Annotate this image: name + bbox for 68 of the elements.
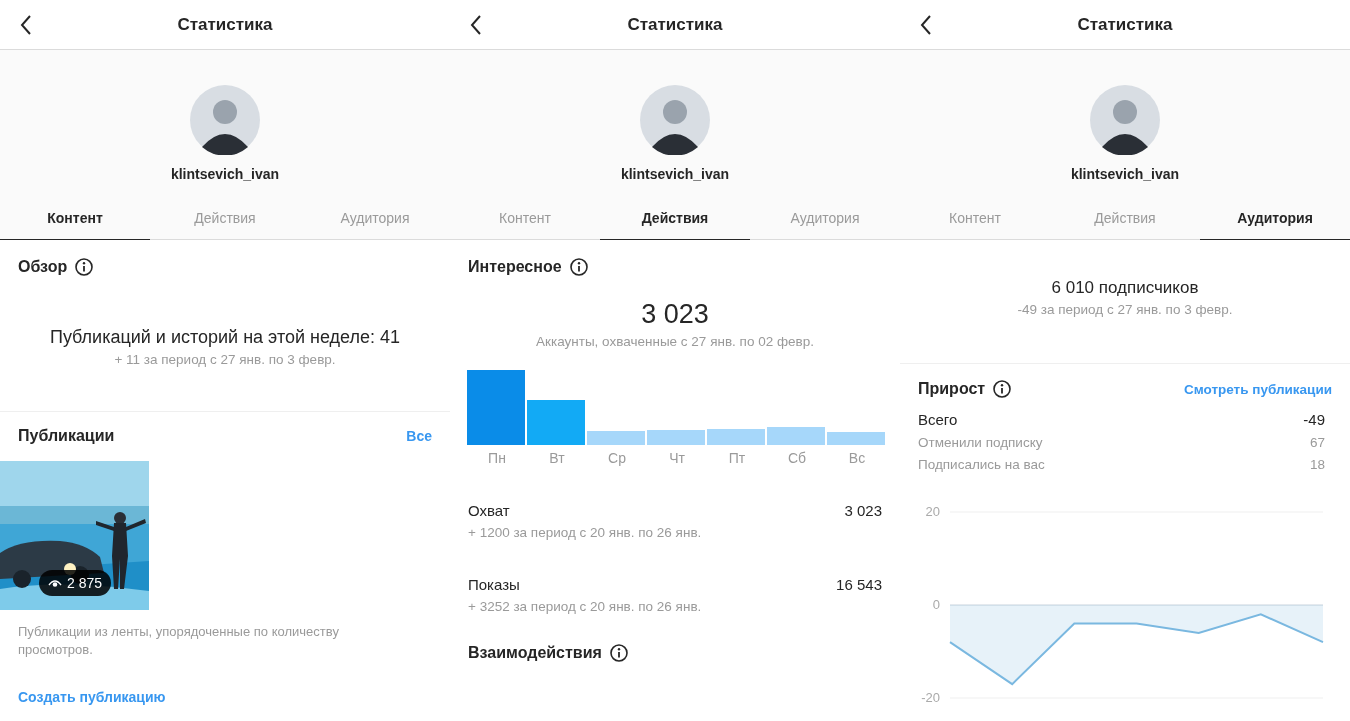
day-label: Ср [607,450,627,466]
tab[interactable]: Контент [900,196,1050,240]
views-count: 2 875 [67,575,103,591]
reach-period: Аккаунты, охваченные с 27 янв. по 02 февр. [535,334,815,349]
username: klintsevich_ivan [170,166,280,182]
period-change: + 11 за период с 27 янв. по 3 февр. [113,352,337,367]
avatar [190,85,260,155]
tab[interactable]: Действия [1050,196,1200,240]
username: klintsevich_ivan [620,166,730,182]
screen-title: Статистика [1077,14,1173,35]
section-title: Обзор [18,258,68,276]
info-icon[interactable] [569,258,588,276]
bar [707,429,765,445]
posts-caption: Публикации из ленты, упорядоченные по количеству просмотров. [17,623,340,659]
info-icon[interactable] [609,644,628,662]
screen-title: Статистика [627,14,723,35]
back-icon[interactable] [470,15,482,35]
bar [587,431,645,445]
tab[interactable]: Контент [450,196,600,240]
username: klintsevich_ivan [1070,166,1180,182]
day-label: Вс [847,450,867,466]
create-post-link[interactable]: Создать публикацию [18,689,166,705]
avatar [1090,85,1160,155]
see-all-link[interactable]: Все [406,428,432,444]
back-icon[interactable] [920,15,932,35]
tab[interactable]: Действия [150,196,300,240]
day-label: Пн [487,450,507,466]
eye-icon [48,578,62,588]
section-title: Публикации [18,427,115,445]
back-icon[interactable] [20,15,32,35]
axis-tick-label: 0 [932,597,940,612]
day-label: Сб [786,450,808,466]
day-label: Вт [548,450,566,466]
followers-count: 6 010 подписчиков [1050,278,1200,298]
stat-label: Всего [918,411,958,428]
metric-change: + 3252 за период с 20 янв. по 26 янв. [468,599,703,614]
axis-tick-label: 20 [925,504,940,519]
metric-value: 16 543 [836,576,882,593]
posts-count: Публикаций и историй на этой неделе: 41 [48,327,401,348]
tab[interactable]: Аудитория [1200,196,1350,240]
followers-change: -49 за период с 27 янв. по 3 февр. [1016,302,1234,317]
metric-value: 3 023 [844,502,882,519]
section-title: Интересное [468,258,562,276]
accounts-reached: 3 023 [640,299,710,330]
tab[interactable]: Действия [600,196,750,240]
stat-value: -49 [1303,411,1325,428]
day-label: Чт [668,450,686,466]
metric-label: Показы [468,576,520,593]
screen-title: Статистика [177,14,273,35]
bar [647,430,705,445]
info-icon[interactable] [993,380,1012,398]
section-title: Прирост [918,380,986,398]
stat-label: Отменили подписку [918,435,1043,450]
tab[interactable]: Контент [0,196,150,240]
bar [767,427,825,445]
bar [527,400,585,445]
metric-change: + 1200 за период с 20 янв. по 26 янв. [468,525,703,540]
day-label: Пт [727,450,747,466]
metric-label: Охват [468,502,510,519]
info-icon[interactable] [75,258,94,276]
avatar [640,85,710,155]
stat-value: 18 [1309,457,1325,472]
section-title: Взаимодействия [468,644,602,662]
stat-value: 67 [1309,435,1325,450]
view-posts-link[interactable]: Смотреть публикации [1183,381,1332,397]
bar [827,432,885,445]
stat-label: Подписались на вас [918,457,1045,472]
axis-tick-label: -20 [921,690,940,705]
